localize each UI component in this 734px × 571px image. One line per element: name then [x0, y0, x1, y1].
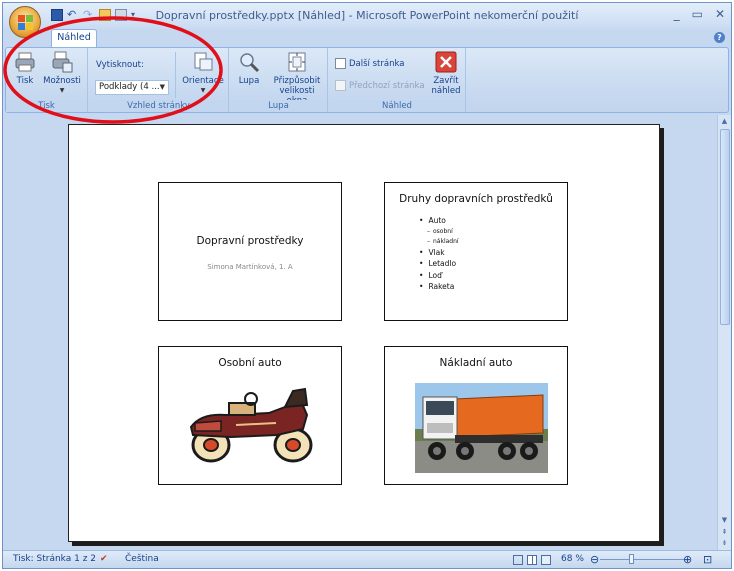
status-bar: Tisk: Stránka 1 z 2 ✔ Čeština 68 % ⊖ ⊕ ⊡ [3, 550, 731, 568]
fit-window-label-1: Přizpůsobit [273, 76, 321, 86]
print-what-label: Vytisknout: [96, 60, 144, 70]
orientation-button[interactable]: Orientace ▼ [181, 51, 225, 96]
dump-truck-image [415, 383, 548, 473]
scroll-thumb[interactable] [720, 129, 730, 325]
normal-view-icon[interactable] [513, 555, 523, 565]
prev-page-label: Předchozí stránka [349, 80, 425, 91]
office-button[interactable] [9, 6, 41, 38]
list-item: Auto [419, 215, 459, 227]
orientation-icon [192, 51, 214, 73]
close-preview-label-1: Zavřít [433, 76, 459, 86]
next-page-icon [335, 58, 346, 69]
options-button-label: Možnosti [43, 76, 81, 86]
options-button[interactable]: Možnosti ▼ [42, 51, 82, 96]
zoom-out-icon[interactable]: ⊖ [590, 553, 599, 566]
fit-window-button[interactable]: Přizpůsobit velikosti okna [268, 51, 326, 106]
group-label-vzhled: Vzhled stránky [89, 100, 228, 112]
preview-page: Dopravní prostředky Simona Martínková, 1… [68, 124, 660, 542]
spellcheck-icon[interactable]: ✔ [100, 554, 108, 564]
next-page-label: Další stránka [349, 58, 405, 69]
slide-title: Dopravní prostředky [196, 235, 304, 247]
printer-icon [14, 51, 36, 73]
office-logo-icon [18, 15, 33, 30]
fit-slide-icon[interactable]: ⊡ [703, 553, 712, 566]
zoom-button-label: Lupa [238, 76, 260, 86]
group-label-tisk: Tisk [6, 100, 87, 112]
slide-thumbnail-4: Nákladní auto [384, 346, 568, 485]
page-info: Tisk: Stránka 1 z 2 [13, 554, 97, 564]
close-preview-label-2: náhled [431, 86, 461, 96]
slide-title: Osobní auto [218, 357, 282, 369]
ribbon-tab-row: Náhled ? [3, 29, 731, 47]
slide-sorter-icon[interactable] [527, 555, 537, 565]
title-bar: ↶ ↷ ▾ Dopravní prostředky.pptx [Náhled] … [3, 3, 731, 29]
minimize-button[interactable]: _ [674, 7, 680, 21]
chevron-down-icon: ▼ [200, 87, 206, 94]
bullet-list: Auto osobní nákladní Vlak Letadlo Loď Ra… [419, 215, 459, 293]
print-preview-area: Dopravní prostředky Simona Martínková, 1… [5, 115, 717, 551]
group-tisk: Tisk Možnosti ▼ Tisk [6, 48, 88, 112]
print-what-value: Podklady (4 ... [99, 82, 160, 92]
next-page-scroll-button[interactable]: ⇟ [719, 538, 730, 549]
group-label-nahled: Náhled [329, 100, 465, 112]
language-indicator[interactable]: Čeština [125, 554, 159, 564]
vintage-car-image [189, 387, 313, 463]
previous-page-scroll-button[interactable]: ⇞ [719, 527, 730, 538]
group-nahled: Další stránka Předchozí stránka Zavřít n… [329, 48, 466, 112]
vertical-scrollbar[interactable]: ▲ ▼ ⇞ ⇟ [717, 115, 731, 551]
print-button[interactable]: Tisk [12, 51, 38, 86]
magnifier-icon [238, 51, 260, 73]
zoom-slider-thumb[interactable] [629, 554, 634, 564]
slide-title: Nákladní auto [439, 357, 513, 369]
slideshow-icon[interactable] [541, 555, 551, 565]
slide-thumbnail-3: Osobní auto [158, 346, 342, 485]
list-item: osobní [427, 227, 459, 237]
print-button-label: Tisk [16, 76, 34, 86]
tab-nahled[interactable]: Náhled [51, 29, 97, 47]
slide-subtitle: Simona Martínková, 1. A [207, 263, 293, 271]
scroll-down-button[interactable]: ▼ [719, 515, 730, 526]
window-controls: _ ▭ ✕ [674, 7, 725, 21]
slide-thumbnail-1: Dopravní prostředky Simona Martínková, 1… [158, 182, 342, 321]
maximize-button[interactable]: ▭ [692, 7, 703, 21]
list-item: Letadlo [419, 258, 459, 270]
zoom-level[interactable]: 68 % [561, 554, 584, 564]
slide-thumbnail-2: Druhy dopravních prostředků Auto osobní … [384, 182, 568, 321]
ribbon: Tisk Možnosti ▼ Tisk Vytisknout: Podklad… [5, 47, 729, 113]
next-page-button[interactable]: Další stránka [335, 58, 404, 69]
group-vzhled-stranky: Vytisknout: Podklady (4 ... ▼ Orientace … [89, 48, 229, 112]
list-item: Raketa [419, 281, 459, 293]
group-label-lupa: Lupa [230, 100, 327, 112]
scroll-up-button[interactable]: ▲ [719, 116, 730, 127]
close-preview-button[interactable]: Zavřít náhled [429, 51, 463, 96]
chevron-down-icon: ▼ [59, 87, 65, 94]
close-window-button[interactable]: ✕ [715, 7, 725, 21]
list-item: Vlak [419, 247, 459, 259]
fit-window-icon [286, 51, 308, 73]
close-preview-icon [435, 51, 457, 73]
group-lupa: Lupa Přizpůsobit velikosti okna Lupa [230, 48, 328, 112]
list-item: Loď [419, 270, 459, 282]
window-title: Dopravní prostředky.pptx [Náhled] - Micr… [155, 9, 579, 22]
zoom-button[interactable]: Lupa [234, 51, 264, 86]
chevron-down-icon: ▼ [159, 83, 165, 91]
prev-page-button[interactable]: Předchozí stránka [335, 80, 425, 91]
print-what-select[interactable]: Podklady (4 ... ▼ [95, 80, 169, 95]
list-item: nákladní [427, 237, 459, 247]
help-icon[interactable]: ? [714, 32, 725, 43]
zoom-slider-track[interactable] [600, 559, 686, 560]
orientation-button-label: Orientace [182, 76, 224, 86]
zoom-in-icon[interactable]: ⊕ [683, 553, 692, 566]
prev-page-icon [335, 80, 346, 91]
separator [175, 52, 176, 98]
options-printer-icon [51, 51, 73, 73]
powerpoint-window: ↶ ↷ ▾ Dopravní prostředky.pptx [Náhled] … [2, 2, 732, 569]
slide-title: Druhy dopravních prostředků [399, 193, 553, 205]
